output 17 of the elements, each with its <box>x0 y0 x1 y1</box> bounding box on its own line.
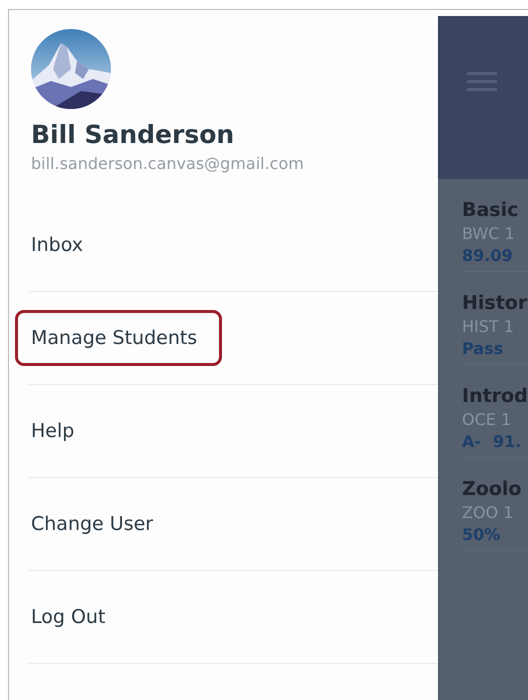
course-grade: 89.09 <box>462 246 513 265</box>
course-title: Histor <box>462 292 528 314</box>
menu-item[interactable]: Help <box>15 403 100 459</box>
menu-item[interactable]: Manage Students <box>15 310 222 366</box>
user-name: Bill Sanderson <box>31 120 234 149</box>
course-grade: Pass <box>462 339 504 358</box>
course-grade: 91. <box>493 432 522 451</box>
menu-item[interactable]: Change User <box>15 496 178 552</box>
course-title: Basic <box>462 199 518 221</box>
course-grade: A- <box>462 432 482 451</box>
menu-item[interactable]: Inbox <box>15 217 108 273</box>
course-title: Introd <box>462 385 528 407</box>
menu-item[interactable]: Log Out <box>15 589 130 645</box>
menu-icon[interactable] <box>467 70 497 92</box>
user-email: bill.sanderson.canvas@gmail.com <box>31 154 304 173</box>
course-title: Zoolo <box>462 478 522 500</box>
course-grade: 50% <box>462 525 500 544</box>
